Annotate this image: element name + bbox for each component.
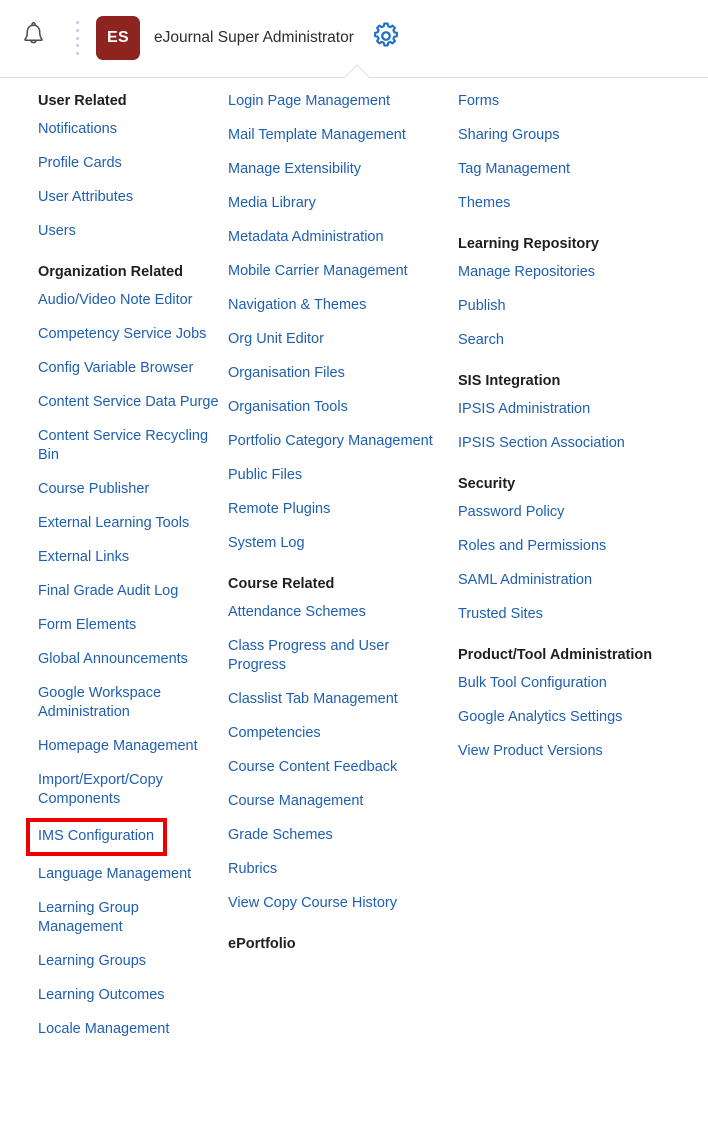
menu-link-users[interactable]: Users — [38, 222, 220, 241]
menu-link-attendance-schemes[interactable]: Attendance Schemes — [228, 603, 439, 622]
menu-link-content-service-recycling-bin[interactable]: Content Service Recycling Bin — [38, 427, 220, 465]
menu-link-import-export-copy-components[interactable]: Import/Export/Copy Components — [38, 771, 220, 809]
menu-link-config-variable-browser[interactable]: Config Variable Browser — [38, 359, 220, 378]
menu-column-1: User Related Notifications Profile Cards Us… — [0, 92, 220, 1132]
menu-link-final-grade-audit-log[interactable]: Final Grade Audit Log — [38, 582, 220, 601]
menu-link-organisation-tools[interactable]: Organisation Tools — [228, 398, 439, 417]
menu-link-roles-and-permissions[interactable]: Roles and Permissions — [458, 537, 670, 556]
menu-link-saml-administration[interactable]: SAML Administration — [458, 571, 670, 590]
section-header-course-related: Course Related — [228, 576, 335, 592]
menu-link-org-unit-editor[interactable]: Org Unit Editor — [228, 330, 439, 349]
menu-link-forms[interactable]: Forms — [458, 92, 670, 111]
bell-icon — [21, 22, 46, 54]
section-header-product-tool-administration: Product/Tool Administration — [458, 647, 653, 663]
menu-link-classlist-tab-management[interactable]: Classlist Tab Management — [228, 690, 439, 709]
menu-link-view-product-versions[interactable]: View Product Versions — [458, 742, 670, 761]
menu-link-media-library[interactable]: Media Library — [228, 194, 439, 213]
menu-link-form-elements[interactable]: Form Elements — [38, 616, 220, 635]
menu-link-portfolio-category-management[interactable]: Portfolio Category Management — [228, 432, 439, 451]
menu-link-external-links[interactable]: External Links — [38, 548, 220, 567]
menu-link-mail-template-management[interactable]: Mail Template Management — [228, 126, 439, 145]
menu-link-competency-service-jobs[interactable]: Competency Service Jobs — [38, 325, 220, 344]
menu-link-bulk-tool-configuration[interactable]: Bulk Tool Configuration — [458, 674, 670, 693]
menu-link-profile-cards[interactable]: Profile Cards — [38, 154, 220, 173]
menu-link-ipsis-section-association[interactable]: IPSIS Section Association — [458, 434, 670, 453]
menu-link-search[interactable]: Search — [458, 331, 670, 350]
menu-link-organisation-files[interactable]: Organisation Files — [228, 364, 439, 383]
section-header-sis-integration: SIS Integration — [458, 373, 561, 389]
menu-link-google-analytics-settings[interactable]: Google Analytics Settings — [458, 708, 670, 727]
menu-column-3: Forms Sharing Groups Tag Management Themes L… — [439, 92, 670, 1132]
menu-link-content-service-data-purge[interactable]: Content Service Data Purge — [38, 393, 220, 412]
menu-link-google-workspace-administration[interactable]: Google Workspace Administration — [38, 684, 220, 722]
menu-link-learning-group-management[interactable]: Learning Group Management — [38, 899, 220, 937]
dot — [75, 28, 79, 32]
menu-link-password-policy[interactable]: Password Policy — [458, 503, 670, 522]
section-header-security: Security — [458, 476, 516, 492]
dot — [75, 21, 79, 24]
menu-link-language-management[interactable]: Language Management — [38, 865, 220, 884]
menu-link-learning-groups[interactable]: Learning Groups — [38, 952, 220, 971]
user-name-label: eJournal Super Administrator — [154, 29, 354, 46]
menu-link-external-learning-tools[interactable]: External Learning Tools — [38, 514, 220, 533]
menu-link-view-copy-course-history[interactable]: View Copy Course History — [228, 894, 439, 913]
menu-link-ipsis-administration[interactable]: IPSIS Administration — [458, 400, 670, 419]
dot — [75, 52, 79, 55]
notifications-bell-button[interactable] — [10, 15, 56, 61]
dot — [75, 36, 79, 40]
menu-link-user-attributes[interactable]: User Attributes — [38, 188, 220, 207]
menu-link-manage-extensibility[interactable]: Manage Extensibility — [228, 160, 439, 179]
menu-link-competencies[interactable]: Competencies — [228, 724, 439, 743]
menu-link-locale-management[interactable]: Locale Management — [38, 1020, 220, 1039]
menu-link-mobile-carrier-management[interactable]: Mobile Carrier Management — [228, 262, 439, 281]
menu-link-class-progress-and-user-progress[interactable]: Class Progress and User Progress — [228, 637, 439, 675]
menu-link-navigation-themes[interactable]: Navigation & Themes — [228, 296, 439, 315]
admin-tools-menu-panel: User Related Notifications Profile Cards Us… — [0, 78, 708, 1132]
menu-link-audio-video-note-editor[interactable]: Audio/Video Note Editor — [38, 291, 220, 310]
menu-link-rubrics[interactable]: Rubrics — [228, 860, 439, 879]
menu-link-themes[interactable]: Themes — [458, 194, 670, 213]
dropdown-caret-icon — [345, 64, 369, 78]
menu-link-manage-repositories[interactable]: Manage Repositories — [458, 263, 670, 282]
menu-link-remote-plugins[interactable]: Remote Plugins — [228, 500, 439, 519]
menu-link-public-files[interactable]: Public Files — [228, 466, 439, 485]
menu-link-learning-outcomes[interactable]: Learning Outcomes — [38, 986, 220, 1005]
menu-link-sharing-groups[interactable]: Sharing Groups — [458, 126, 670, 145]
admin-settings-gear-button[interactable] — [368, 20, 404, 56]
menu-link-notifications[interactable]: Notifications — [38, 120, 220, 139]
section-header-eportfolio: ePortfolio — [228, 936, 296, 952]
section-header-learning-repository: Learning Repository — [458, 236, 599, 252]
menu-link-ims-configuration[interactable]: IMS Configuration — [26, 818, 168, 856]
gear-icon — [372, 22, 400, 55]
menu-link-tag-management[interactable]: Tag Management — [458, 160, 670, 179]
menu-link-course-content-feedback[interactable]: Course Content Feedback — [228, 758, 439, 777]
vertical-dots-icon — [68, 21, 86, 55]
menu-link-homepage-management[interactable]: Homepage Management — [38, 737, 220, 756]
section-header-organization-related: Organization Related — [38, 264, 184, 280]
menu-link-grade-schemes[interactable]: Grade Schemes — [228, 826, 439, 845]
menu-link-login-page-management[interactable]: Login Page Management — [228, 92, 439, 111]
avatar[interactable]: ES — [96, 16, 140, 60]
menu-link-course-publisher[interactable]: Course Publisher — [38, 480, 220, 499]
menu-link-course-management[interactable]: Course Management — [228, 792, 439, 811]
menu-link-system-log[interactable]: System Log — [228, 534, 439, 553]
menu-link-trusted-sites[interactable]: Trusted Sites — [458, 605, 670, 624]
menu-link-publish[interactable]: Publish — [458, 297, 670, 316]
menu-link-global-announcements[interactable]: Global Announcements — [38, 650, 220, 669]
menu-link-metadata-administration[interactable]: Metadata Administration — [228, 228, 439, 247]
top-header-bar: ES eJournal Super Administrator — [0, 0, 708, 78]
menu-column-2: Login Page Management Mail Template Manag… — [220, 92, 439, 1132]
dot — [75, 44, 79, 48]
section-header-user-related: User Related — [38, 93, 127, 109]
